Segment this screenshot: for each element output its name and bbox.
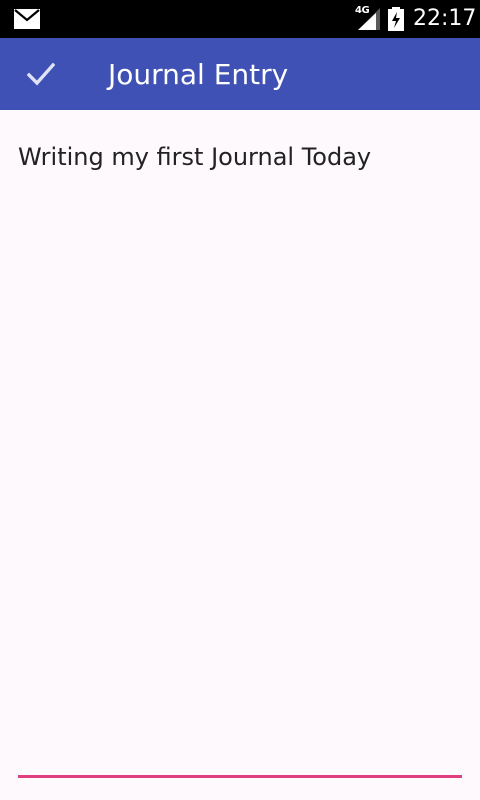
- content-area: Writing my first Journal Today: [0, 110, 480, 800]
- status-clock: 22:17: [413, 6, 477, 31]
- check-icon: [27, 62, 55, 86]
- done-button[interactable]: [18, 52, 64, 96]
- status-bar: 4G 22:17: [0, 0, 480, 38]
- journal-entry-field[interactable]: Writing my first Journal Today: [18, 140, 462, 778]
- signal-icon: [356, 8, 380, 30]
- mail-icon: [14, 9, 40, 29]
- page-title: Journal Entry: [108, 58, 289, 91]
- app-bar: Journal Entry: [0, 38, 480, 110]
- battery-charging-icon: [387, 7, 405, 31]
